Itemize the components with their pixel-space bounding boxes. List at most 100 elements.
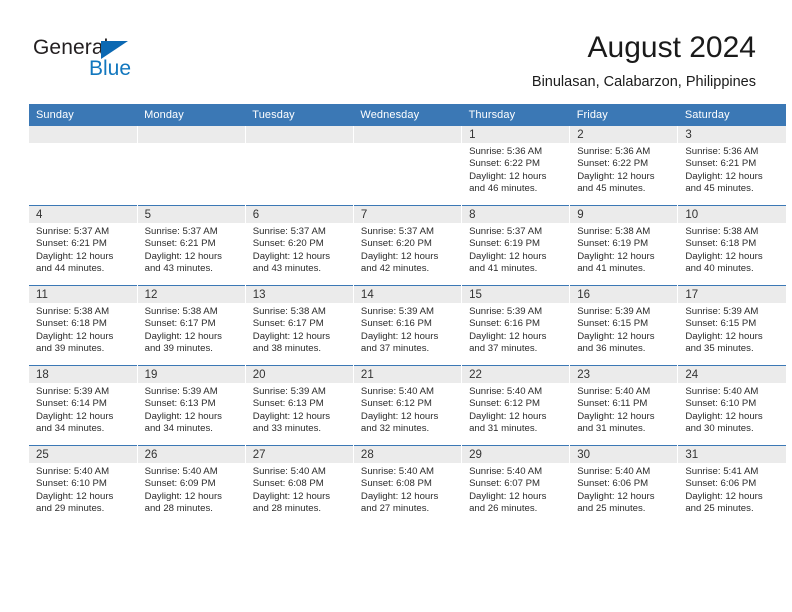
daylight-text: Daylight: 12 hours and 36 minutes. (577, 330, 655, 355)
daylight-text: Daylight: 12 hours and 39 minutes. (36, 330, 114, 355)
calendar-day-cell[interactable]: 2 Sunrise: 5:36 AM Sunset: 6:22 PM Daylight… (569, 126, 679, 206)
daylight-text: Daylight: 12 hours and 31 minutes. (469, 410, 547, 435)
day-sun-info: Sunrise: 5:37 AM Sunset: 6:20 PM Daylight:… (246, 223, 353, 276)
day-cell-inner (29, 126, 137, 205)
calendar-day-cell[interactable]: 27 Sunrise: 5:40 AM Sunset: 6:08 PM Dayligh… (245, 445, 354, 525)
calendar-day-cell[interactable]: 26 Sunrise: 5:40 AM Sunset: 6:09 PM Dayligh… (137, 445, 246, 525)
calendar-day-cell[interactable]: 9 Sunrise: 5:38 AM Sunset: 6:19 PM Daylight… (569, 205, 679, 286)
day-number: 8 (462, 206, 570, 223)
daylight-text: Daylight: 12 hours and 37 minutes. (360, 330, 439, 355)
sunset-text: Sunset: 6:16 PM (469, 318, 540, 330)
day-cell-inner: 26 Sunrise: 5:40 AM Sunset: 6:09 PM Dayligh… (137, 446, 245, 525)
brand-logo[interactable]: General Blue (33, 36, 193, 86)
calendar-day-cell[interactable]: 24 Sunrise: 5:40 AM Sunset: 6:10 PM Dayligh… (677, 365, 786, 446)
calendar-day-cell[interactable]: 15 Sunrise: 5:39 AM Sunset: 6:16 PM Dayligh… (461, 285, 571, 366)
day-sun-info: Sunrise: 5:38 AM Sunset: 6:19 PM Daylight:… (570, 223, 677, 276)
day-cell-inner: 19 Sunrise: 5:39 AM Sunset: 6:13 PM Dayligh… (137, 366, 245, 445)
day-cell-inner: 7 Sunrise: 5:37 AM Sunset: 6:20 PM Daylight… (353, 206, 462, 285)
day-cell-inner: 11 Sunrise: 5:38 AM Sunset: 6:18 PM Dayligh… (29, 286, 137, 365)
day-number: 19 (137, 366, 245, 383)
day-cell-inner: 31 Sunrise: 5:41 AM Sunset: 6:06 PM Dayligh… (678, 446, 786, 525)
calendar-day-cell[interactable]: 25 Sunrise: 5:40 AM Sunset: 6:10 PM Dayligh… (29, 445, 138, 525)
sunset-text: Sunset: 6:20 PM (252, 238, 324, 250)
calendar-day-cell[interactable]: 5 Sunrise: 5:37 AM Sunset: 6:21 PM Daylight… (137, 205, 246, 286)
calendar-day-cell[interactable]: 21 Sunrise: 5:40 AM Sunset: 6:12 PM Dayligh… (353, 365, 463, 446)
day-cell-inner: 17 Sunrise: 5:39 AM Sunset: 6:15 PM Dayligh… (678, 286, 786, 365)
calendar-day-cell[interactable]: 17 Sunrise: 5:39 AM Sunset: 6:15 PM Dayligh… (677, 285, 786, 366)
sunrise-text: Sunrise: 5:39 AM (144, 386, 218, 397)
sunrise-text: Sunrise: 5:39 AM (252, 386, 326, 397)
sunrise-text: Sunrise: 5:40 AM (577, 386, 651, 397)
calendar-day-cell[interactable]: 1 Sunrise: 5:36 AM Sunset: 6:22 PM Daylight… (461, 126, 571, 206)
day-number: 12 (137, 286, 245, 303)
calendar-day-cell[interactable]: 31 Sunrise: 5:41 AM Sunset: 6:06 PM Dayligh… (677, 445, 786, 525)
day-number: 27 (245, 446, 353, 463)
day-number: 21 (353, 366, 462, 383)
brand-name-blue: Blue (89, 57, 132, 80)
sunrise-text: Sunrise: 5:41 AM (685, 466, 759, 477)
calendar-day-cell[interactable]: 8 Sunrise: 5:37 AM Sunset: 6:19 PM Daylight… (461, 205, 571, 286)
day-cell-inner: 6 Sunrise: 5:37 AM Sunset: 6:20 PM Daylight… (245, 206, 353, 285)
sunset-text: Sunset: 6:10 PM (685, 398, 757, 410)
day-cell-inner: 5 Sunrise: 5:37 AM Sunset: 6:21 PM Daylight… (137, 206, 245, 285)
calendar-day-cell[interactable]: 4 Sunrise: 5:37 AM Sunset: 6:21 PM Daylight… (29, 205, 138, 286)
sunset-text: Sunset: 6:15 PM (685, 318, 757, 330)
sunset-text: Sunset: 6:13 PM (144, 398, 216, 410)
calendar-day-cell[interactable]: 20 Sunrise: 5:39 AM Sunset: 6:13 PM Dayligh… (245, 365, 354, 446)
daylight-text: Daylight: 12 hours and 41 minutes. (469, 250, 547, 275)
calendar-week-row: 18 Sunrise: 5:39 AM Sunset: 6:14 PM Dayligh… (29, 365, 786, 446)
day-cell-inner: 29 Sunrise: 5:40 AM Sunset: 6:07 PM Dayligh… (462, 446, 570, 525)
calendar-day-cell[interactable]: 12 Sunrise: 5:38 AM Sunset: 6:17 PM Dayligh… (137, 285, 246, 366)
day-sun-info: Sunrise: 5:39 AM Sunset: 6:15 PM Daylight:… (678, 303, 786, 356)
calendar-day-cell-empty (245, 126, 354, 206)
calendar-day-cell[interactable]: 18 Sunrise: 5:39 AM Sunset: 6:14 PM Dayligh… (29, 365, 138, 446)
calendar-day-cell[interactable]: 19 Sunrise: 5:39 AM Sunset: 6:13 PM Dayligh… (137, 365, 246, 446)
calendar-week-row: 11 Sunrise: 5:38 AM Sunset: 6:18 PM Dayligh… (29, 285, 786, 366)
calendar-body: 1 Sunrise: 5:36 AM Sunset: 6:22 PM Daylight… (29, 126, 786, 525)
day-sun-info: Sunrise: 5:40 AM Sunset: 6:12 PM Daylight:… (462, 383, 569, 436)
sunrise-text: Sunrise: 5:40 AM (577, 466, 651, 477)
day-sun-info: Sunrise: 5:37 AM Sunset: 6:20 PM Daylight:… (354, 223, 461, 276)
sunset-text: Sunset: 6:17 PM (252, 318, 324, 330)
day-cell-inner: 15 Sunrise: 5:39 AM Sunset: 6:16 PM Dayligh… (462, 286, 570, 365)
day-cell-inner: 22 Sunrise: 5:40 AM Sunset: 6:12 PM Dayligh… (462, 366, 570, 445)
sunset-text: Sunset: 6:19 PM (577, 238, 649, 250)
day-sun-info: Sunrise: 5:40 AM Sunset: 6:08 PM Daylight:… (246, 463, 353, 516)
calendar-day-cell[interactable]: 23 Sunrise: 5:40 AM Sunset: 6:11 PM Dayligh… (569, 365, 679, 446)
title-block: August 2024 Binulasan, Calabarzon, Phili… (532, 30, 756, 91)
calendar-day-cell[interactable]: 13 Sunrise: 5:38 AM Sunset: 6:17 PM Dayligh… (245, 285, 354, 366)
calendar-day-cell[interactable]: 29 Sunrise: 5:40 AM Sunset: 6:07 PM Dayligh… (461, 445, 571, 525)
sunset-text: Sunset: 6:20 PM (360, 238, 432, 250)
sunrise-text: Sunrise: 5:40 AM (144, 466, 218, 477)
day-number: 20 (245, 366, 353, 383)
calendar-day-cell[interactable]: 10 Sunrise: 5:38 AM Sunset: 6:18 PM Dayligh… (677, 205, 786, 286)
day-cell-inner: 3 Sunrise: 5:36 AM Sunset: 6:21 PM Daylight… (678, 126, 786, 205)
calendar-day-cell[interactable]: 16 Sunrise: 5:39 AM Sunset: 6:15 PM Dayligh… (569, 285, 679, 366)
calendar-day-cell[interactable]: 3 Sunrise: 5:36 AM Sunset: 6:21 PM Daylight… (677, 126, 786, 206)
day-number: 13 (245, 286, 353, 303)
day-sun-info: Sunrise: 5:36 AM Sunset: 6:21 PM Daylight:… (678, 143, 786, 196)
daylight-text: Daylight: 12 hours and 35 minutes. (685, 330, 763, 355)
sunrise-text: Sunrise: 5:40 AM (360, 466, 434, 477)
day-sun-info: Sunrise: 5:39 AM Sunset: 6:16 PM Daylight:… (462, 303, 569, 356)
sunrise-text: Sunrise: 5:39 AM (685, 306, 759, 317)
calendar-day-cell[interactable]: 11 Sunrise: 5:38 AM Sunset: 6:18 PM Dayligh… (29, 285, 138, 366)
sunrise-text: Sunrise: 5:38 AM (252, 306, 326, 317)
day-sun-info: Sunrise: 5:38 AM Sunset: 6:17 PM Daylight:… (138, 303, 245, 356)
sunset-text: Sunset: 6:21 PM (685, 158, 757, 170)
calendar-day-cell[interactable]: 6 Sunrise: 5:37 AM Sunset: 6:20 PM Daylight… (245, 205, 354, 286)
day-sun-info: Sunrise: 5:40 AM Sunset: 6:07 PM Daylight:… (462, 463, 569, 516)
day-number (29, 126, 137, 143)
sunset-text: Sunset: 6:14 PM (36, 398, 107, 410)
day-sun-info: Sunrise: 5:36 AM Sunset: 6:22 PM Daylight:… (462, 143, 569, 196)
weekday-header-friday: Friday (569, 104, 678, 126)
sunrise-text: Sunrise: 5:40 AM (252, 466, 326, 477)
daylight-text: Daylight: 12 hours and 44 minutes. (36, 250, 114, 275)
calendar-day-cell[interactable]: 28 Sunrise: 5:40 AM Sunset: 6:08 PM Dayligh… (353, 445, 463, 525)
calendar-day-cell[interactable]: 30 Sunrise: 5:40 AM Sunset: 6:06 PM Dayligh… (569, 445, 679, 525)
calendar-day-cell[interactable]: 22 Sunrise: 5:40 AM Sunset: 6:12 PM Dayligh… (461, 365, 571, 446)
calendar-day-cell[interactable]: 7 Sunrise: 5:37 AM Sunset: 6:20 PM Daylight… (353, 205, 463, 286)
calendar-day-cell[interactable]: 14 Sunrise: 5:39 AM Sunset: 6:16 PM Dayligh… (353, 285, 463, 366)
sunset-text: Sunset: 6:07 PM (469, 478, 540, 490)
sunrise-text: Sunrise: 5:37 AM (360, 226, 434, 237)
